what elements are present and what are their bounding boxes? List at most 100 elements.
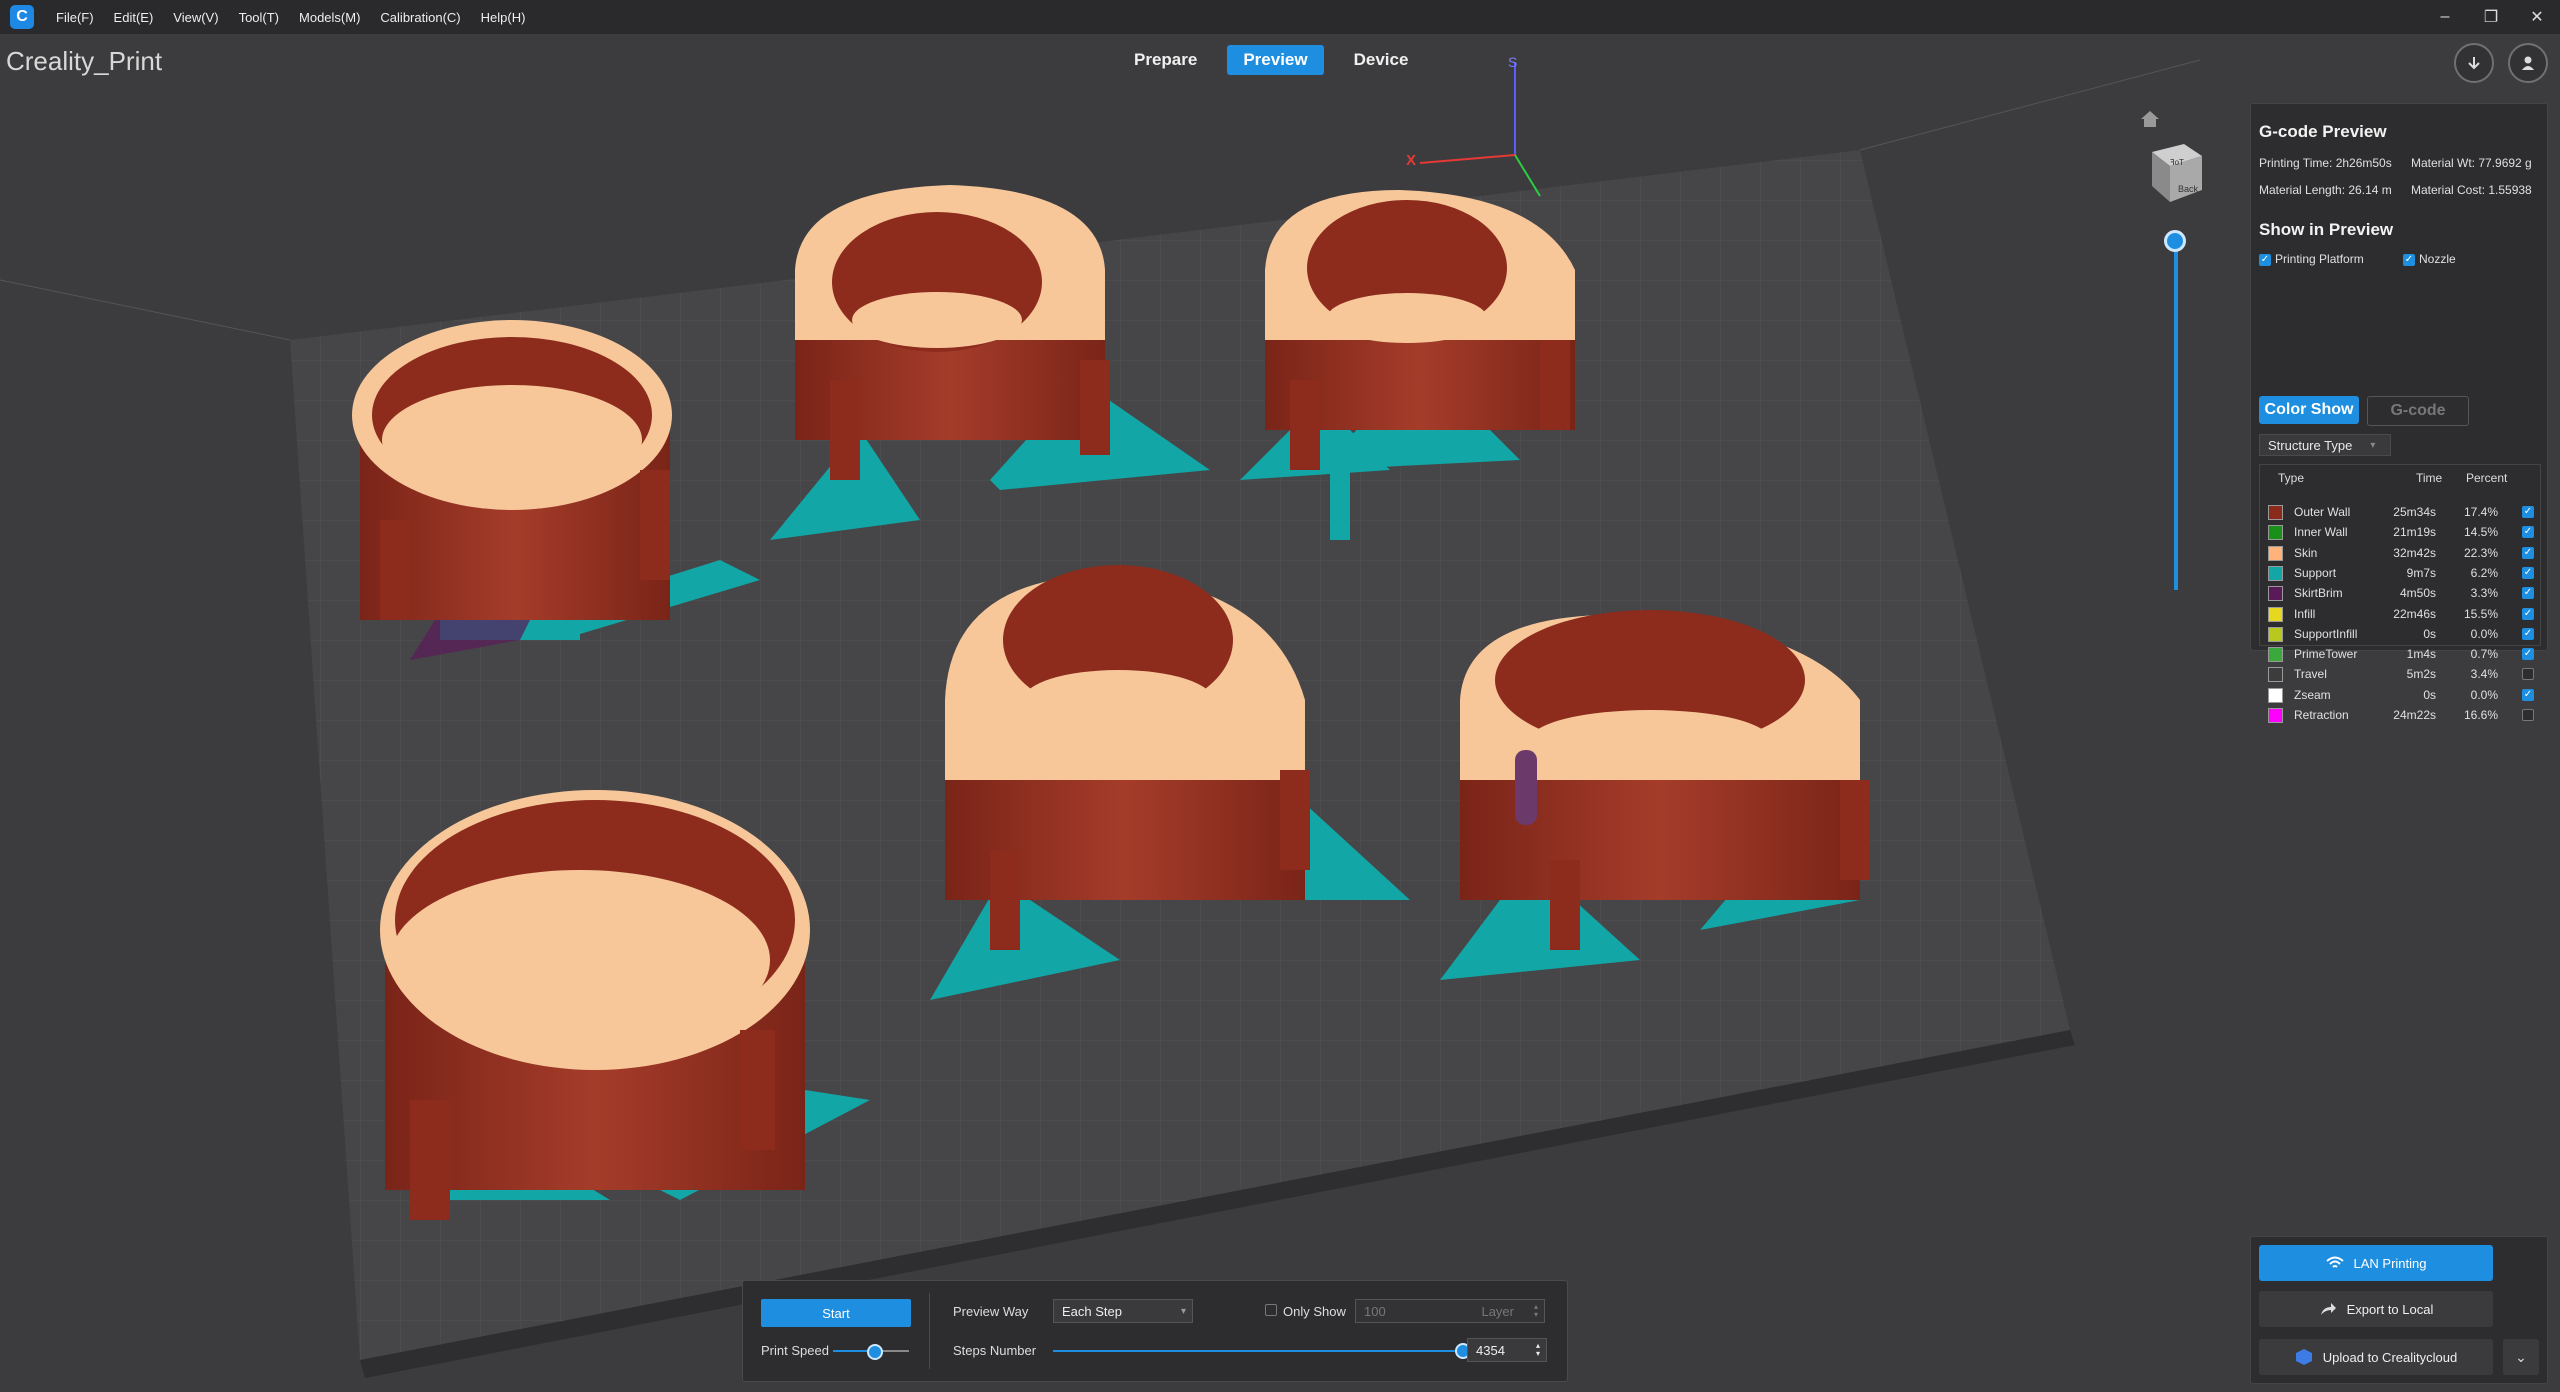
menu-edit[interactable]: Edit(E) <box>114 10 154 25</box>
lan-printing-label: LAN Printing <box>2353 1255 2427 1271</box>
legend-row: Support 9m7s 6.2% ✓ <box>2260 564 2540 584</box>
tab-device[interactable]: Device <box>1338 45 1425 75</box>
upload-cloud-label: Upload to Crealitycloud <box>2322 1349 2458 1365</box>
only-show-layer-input[interactable]: 100 Layer ▴ ▾ <box>1355 1299 1545 1323</box>
printing-time: Printing Time: 2h26m50s <box>2259 156 2392 170</box>
legend-time: 0s <box>2423 626 2436 641</box>
legend-type: SupportInfill <box>2294 626 2358 641</box>
chevron-down-icon[interactable]: ⌄ <box>2503 1339 2539 1375</box>
close-button[interactable]: ✕ <box>2514 7 2560 27</box>
legend-type: PrimeTower <box>2294 647 2358 662</box>
legend-checkbox[interactable] <box>2522 668 2534 681</box>
menu-calibration[interactable]: Calibration(C) <box>380 10 460 25</box>
menu-tool[interactable]: Tool(T) <box>239 10 279 25</box>
legend-percent: 0.0% <box>2470 626 2498 641</box>
layer-slider-track[interactable] <box>2174 238 2178 590</box>
legend-type: Outer Wall <box>2294 505 2351 519</box>
color-show-button[interactable]: Color Show <box>2259 396 2359 424</box>
user-icon[interactable] <box>2508 43 2548 83</box>
export-panel: LAN Printing Export to Local Upload to C… <box>2250 1236 2548 1384</box>
legend-percent: 14.5% <box>2463 525 2498 540</box>
tab-preview[interactable]: Preview <box>1227 45 1324 75</box>
layer-slider-handle[interactable] <box>2164 230 2186 252</box>
legend-checkbox[interactable]: ✓ <box>2522 526 2534 539</box>
preview-way-select[interactable]: Each Step ▾ <box>1053 1299 1193 1323</box>
legend-type: Travel <box>2294 667 2327 682</box>
legend-time: 24m22s <box>2393 708 2436 722</box>
legend-checkbox[interactable]: ✓ <box>2522 566 2534 579</box>
menu-file[interactable]: File(F) <box>56 10 94 25</box>
lan-printing-button[interactable]: LAN Printing <box>2259 1245 2493 1281</box>
app-logo: C <box>10 5 34 29</box>
export-to-local-label: Export to Local <box>2346 1301 2434 1317</box>
gcode-preview-title: G-code Preview <box>2259 122 2387 141</box>
download-icon[interactable] <box>2454 43 2494 83</box>
preview-way-value: Each Step <box>1062 1303 1122 1319</box>
color-swatch <box>2268 545 2283 561</box>
view-cube[interactable]: ꟻoT Back <box>2144 142 2204 206</box>
checkbox-icon[interactable]: ✓ <box>2403 253 2415 266</box>
restore-button[interactable]: ❐ <box>2468 7 2514 27</box>
preview-control-bar: Start Print Speed Preview Way Each Step … <box>742 1280 1568 1382</box>
legend-checkbox[interactable]: ✓ <box>2522 546 2534 559</box>
legend-time: 5m2s <box>2406 667 2436 682</box>
legend-time: 4m50s <box>2399 586 2436 601</box>
legend-checkbox[interactable]: ✓ <box>2522 607 2534 620</box>
structure-type-select[interactable]: Structure Type ▾ <box>2259 434 2391 456</box>
main-menu: File(F) Edit(E) View(V) Tool(T) Models(M… <box>56 10 525 25</box>
color-swatch <box>2268 606 2283 622</box>
only-show-checkbox[interactable] <box>1265 1304 1277 1316</box>
legend-row: Retraction 24m22s 16.6% <box>2260 706 2540 726</box>
color-swatch <box>2268 687 2283 703</box>
tab-prepare[interactable]: Prepare <box>1118 45 1213 75</box>
legend-type: Retraction <box>2294 708 2349 722</box>
legend-row: Infill 22m46s 15.5% ✓ <box>2260 605 2540 625</box>
legend-checkbox[interactable] <box>2522 709 2534 721</box>
stepper-arrows-icon[interactable]: ▴ ▾ <box>1536 1342 1540 1358</box>
steps-fill <box>1053 1350 1463 1352</box>
legend-checkbox[interactable]: ✓ <box>2522 587 2534 600</box>
print-speed-handle[interactable] <box>866 1344 883 1360</box>
legend-row: Outer Wall 25m34s 17.4% ✓ <box>2260 503 2540 523</box>
legend-type: Support <box>2294 565 2337 580</box>
wifi-icon <box>2325 1256 2344 1268</box>
gcode-preview-panel: G-code Preview Printing Time: 2h26m50s M… <box>2250 103 2548 723</box>
legend-percent: 15.5% <box>2463 606 2498 621</box>
structure-type-value: Structure Type <box>2268 437 2353 453</box>
checkbox-icon[interactable]: ✓ <box>2259 253 2271 266</box>
color-swatch <box>2268 505 2283 520</box>
legend-checkbox[interactable]: ✓ <box>2522 648 2534 661</box>
material-weight: Material Wt: 77.9692 g <box>2411 156 2532 170</box>
legend-checkbox[interactable]: ✓ <box>2522 506 2534 518</box>
menu-help[interactable]: Help(H) <box>481 10 526 25</box>
top-right-buttons <box>2454 43 2548 83</box>
z-axis-label: S <box>1508 54 1518 70</box>
legend-checkbox[interactable]: ✓ <box>2522 627 2534 640</box>
color-swatch <box>2268 708 2283 723</box>
legend-percent: 16.6% <box>2463 708 2498 722</box>
start-button[interactable]: Start <box>761 1299 911 1327</box>
col-time: Time <box>2416 471 2443 485</box>
legend-percent: 3.3% <box>2470 586 2498 601</box>
legend-type: SkirtBrim <box>2294 586 2343 601</box>
legend-row: Inner Wall 21m19s 14.5% ✓ <box>2260 523 2540 543</box>
legend-row: PrimeTower 1m4s 0.7% ✓ <box>2260 645 2540 665</box>
upload-cloud-button[interactable]: Upload to Crealitycloud <box>2259 1339 2493 1375</box>
stepper-arrows-icon[interactable]: ▴ ▾ <box>1534 1303 1538 1319</box>
legend-time: 1m4s <box>2406 647 2436 662</box>
steps-number-value: 4354 <box>1476 1342 1505 1358</box>
divider <box>929 1293 930 1369</box>
nozzle-toggle[interactable]: ✓ Nozzle <box>2403 252 2456 266</box>
export-to-local-button[interactable]: Export to Local <box>2259 1291 2493 1327</box>
steps-number-input[interactable]: 4354 ▴ ▾ <box>1467 1338 1547 1362</box>
menu-view[interactable]: View(V) <box>173 10 218 25</box>
home-view-icon[interactable] <box>2140 108 2160 134</box>
gcode-button[interactable]: G-code <box>2367 396 2469 426</box>
legend-row: Skin 32m42s 22.3% ✓ <box>2260 544 2540 564</box>
printing-platform-toggle[interactable]: ✓ Printing Platform <box>2259 252 2364 266</box>
legend-row: SkirtBrim 4m50s 3.3% ✓ <box>2260 584 2540 604</box>
minimize-button[interactable]: – <box>2422 8 2468 26</box>
menu-models[interactable]: Models(M) <box>299 10 360 25</box>
legend-checkbox[interactable]: ✓ <box>2522 688 2534 701</box>
preview-way-label: Preview Way <box>953 1304 1029 1319</box>
